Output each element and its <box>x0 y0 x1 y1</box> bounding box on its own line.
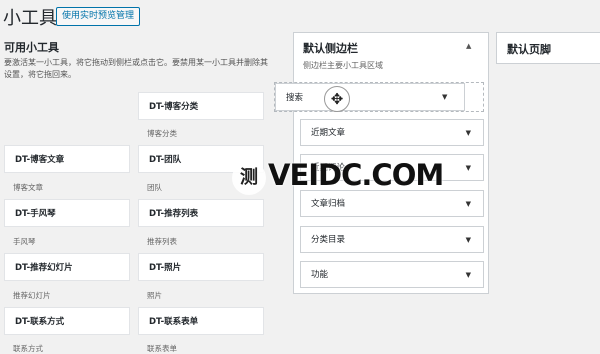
widget-recommend-list[interactable]: DT-推荐列表 <box>138 199 264 227</box>
sidebar-widget-categories[interactable]: 分类目录 ▼ <box>300 226 484 253</box>
sidebar-widget-archives[interactable]: 文章归档 ▼ <box>300 190 484 217</box>
chevron-down-icon[interactable]: ▼ <box>442 93 447 101</box>
widget-description: 推荐列表 <box>147 237 177 246</box>
available-widgets-title: 可用小工具 <box>4 41 59 54</box>
chevron-down-icon[interactable]: ▼ <box>466 120 471 146</box>
widget-blog-post[interactable]: DT-博客文章 <box>4 145 130 173</box>
widget-description: 团队 <box>147 183 162 192</box>
sidebar-widget-label: 近期文章 <box>311 128 346 138</box>
sidebar-widget-label: 分类目录 <box>311 235 346 245</box>
move-cursor-icon: ✥ <box>324 86 350 112</box>
widget-description: 联系表单 <box>147 344 177 353</box>
footer-title[interactable]: 默认页脚 <box>507 41 551 57</box>
available-widgets-description: 要激活某一小工具，将它拖动到侧栏或点击它。要禁用某一小工具并删除其设置，将它拖回… <box>4 58 268 79</box>
widget-contact-form[interactable]: DT-联系表单 <box>138 307 264 335</box>
widget-description: 博客文章 <box>13 183 43 192</box>
sidebar-widget-label: 功能 <box>311 270 329 280</box>
manage-live-preview-button[interactable]: 使用实时预览管理 <box>56 7 141 26</box>
widget-description: 博客分类 <box>147 129 177 138</box>
widget-contact-info[interactable]: DT-联系方式 <box>4 307 130 335</box>
chevron-down-icon[interactable]: ▼ <box>466 227 471 253</box>
collapse-icon[interactable]: ▲ <box>466 42 471 50</box>
widget-description: 手风琴 <box>13 237 36 246</box>
dragging-widget-search[interactable]: 搜索 <box>275 83 465 111</box>
sidebar-description: 侧边栏主要小工具区域 <box>303 61 383 70</box>
widget-accordion[interactable]: DT-手风琴 <box>4 199 130 227</box>
watermark-logo: 测 <box>232 161 266 195</box>
chevron-down-icon[interactable]: ▼ <box>466 191 471 217</box>
sidebar-widget-label: 文章归档 <box>311 199 346 209</box>
widget-description: 推荐幻灯片 <box>13 291 51 300</box>
widget-description: 照片 <box>147 291 162 300</box>
widget-blog-category[interactable]: DT-博客分类 <box>138 92 264 120</box>
sidebar-title[interactable]: 默认侧边栏 <box>303 40 358 56</box>
widget-photo[interactable]: DT-照片 <box>138 253 264 281</box>
page-title: 小工具 <box>3 8 57 29</box>
watermark-text: VEIDC.COM <box>268 158 444 192</box>
sidebar-widget-recent-posts[interactable]: 近期文章 ▼ <box>300 119 484 146</box>
chevron-down-icon[interactable]: ▼ <box>466 155 471 181</box>
chevron-down-icon[interactable]: ▼ <box>466 262 471 288</box>
widget-description: 联系方式 <box>13 344 43 353</box>
widget-recommend-slider[interactable]: DT-推荐幻灯片 <box>4 253 130 281</box>
sidebar-widget-meta[interactable]: 功能 ▼ <box>300 261 484 288</box>
